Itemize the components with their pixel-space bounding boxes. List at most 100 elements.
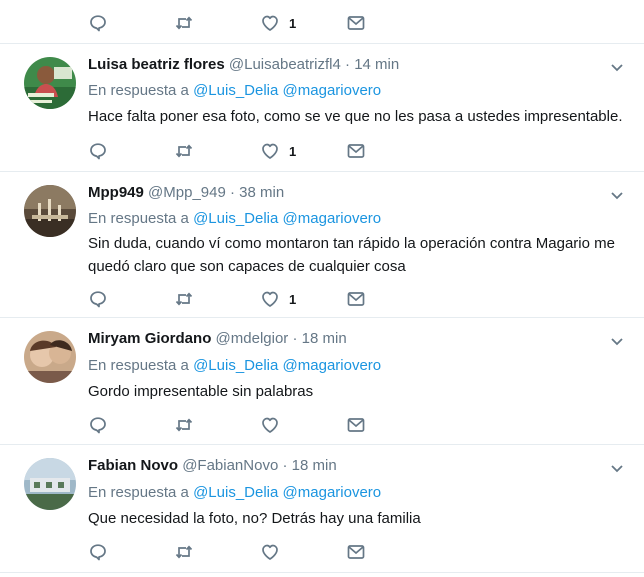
user-handle[interactable]: @Mpp_949	[148, 184, 226, 201]
reply-context: En respuesta a @Luis_Delia @magariovero	[88, 357, 381, 374]
mention-link[interactable]: @magariovero	[283, 82, 382, 99]
mention-link[interactable]: @magariovero	[283, 357, 382, 374]
mention-link[interactable]: @magariovero	[283, 484, 382, 501]
reply-context: En respuesta a @Luis_Delia @magariovero	[88, 82, 381, 99]
tweet[interactable]: Luisa beatriz flores @Luisabeatrizfl4 · …	[0, 44, 644, 172]
like-button[interactable]	[260, 415, 289, 435]
reply-context: En respuesta a @Luis_Delia @magariovero	[88, 210, 381, 227]
tweet-partial-top: 1	[0, 0, 644, 44]
chevron-down-icon[interactable]	[608, 459, 626, 477]
tweet[interactable]: Mpp949 @Mpp_949 · 38 min En respuesta a …	[0, 172, 644, 318]
like-count: 1	[289, 15, 297, 31]
display-name[interactable]: Fabian Novo	[88, 457, 178, 474]
reply-prefix: En respuesta a	[88, 357, 189, 374]
user-handle[interactable]: @mdelgior	[216, 330, 289, 347]
retweet-icon	[175, 292, 193, 306]
retweet-button[interactable]	[174, 141, 194, 161]
like-button[interactable]: 1	[260, 141, 296, 161]
reply-prefix: En respuesta a	[88, 484, 189, 501]
like-icon	[262, 15, 278, 31]
message-icon	[347, 16, 365, 30]
reply-button[interactable]	[88, 289, 108, 309]
reply-prefix: En respuesta a	[88, 210, 189, 227]
reply-icon	[90, 143, 106, 160]
mention-link[interactable]: @magariovero	[283, 210, 382, 227]
reply-icon	[90, 544, 106, 561]
timestamp[interactable]: 38 min	[239, 184, 284, 201]
retweet-button[interactable]	[174, 542, 194, 562]
avatar[interactable]	[24, 185, 76, 237]
separator-dot: ·	[282, 457, 288, 474]
message-button[interactable]	[346, 415, 366, 435]
like-button[interactable]: 1	[260, 289, 296, 309]
chevron-down-icon[interactable]	[608, 332, 626, 350]
reply-button[interactable]	[88, 542, 108, 562]
retweet-button[interactable]	[174, 289, 194, 309]
separator-dot: ·	[292, 330, 298, 347]
like-icon	[262, 417, 278, 433]
retweet-button[interactable]	[174, 13, 194, 33]
tweet-text: Gordo impresentable sin palabras	[88, 383, 314, 400]
reply-icon	[90, 15, 106, 32]
tweet-header: Miryam Giordano @mdelgior · 18 min	[88, 330, 347, 347]
like-button[interactable]	[260, 542, 289, 562]
tweet-text: Que necesidad la foto, no? Detrás hay un…	[88, 510, 421, 527]
message-icon	[347, 418, 365, 432]
mention-link[interactable]: @Luis_Delia	[193, 484, 278, 501]
mention-link[interactable]: @Luis_Delia	[193, 82, 278, 99]
reply-button[interactable]	[88, 415, 108, 435]
tweet-actions: 1	[88, 141, 388, 161]
retweet-icon	[175, 16, 193, 30]
timestamp[interactable]: 18 min	[292, 457, 337, 474]
message-button[interactable]	[346, 289, 366, 309]
reply-button[interactable]	[88, 13, 108, 33]
tweet-text: Sin duda, cuando ví como montaron tan rá…	[88, 235, 615, 275]
reply-icon	[90, 291, 106, 308]
message-icon	[347, 292, 365, 306]
avatar[interactable]	[24, 331, 76, 383]
display-name[interactable]: Miryam Giordano	[88, 330, 211, 347]
message-button[interactable]	[346, 542, 366, 562]
message-icon	[347, 144, 365, 158]
tweet-header: Mpp949 @Mpp_949 · 38 min	[88, 184, 284, 201]
display-name[interactable]: Mpp949	[88, 184, 144, 201]
like-count: 1	[289, 143, 297, 159]
timestamp[interactable]: 14 min	[354, 56, 399, 73]
reply-button[interactable]	[88, 141, 108, 161]
retweet-icon	[175, 418, 193, 432]
separator-dot: ·	[345, 56, 351, 73]
retweet-icon	[175, 144, 193, 158]
tweet-header: Fabian Novo @FabianNovo · 18 min	[88, 457, 337, 474]
timestamp[interactable]: 18 min	[302, 330, 347, 347]
like-count: 1	[289, 291, 297, 307]
chevron-down-icon[interactable]	[608, 58, 626, 76]
message-icon	[347, 545, 365, 559]
message-button[interactable]	[346, 13, 366, 33]
mention-link[interactable]: @Luis_Delia	[193, 357, 278, 374]
reply-context: En respuesta a @Luis_Delia @magariovero	[88, 484, 381, 501]
like-icon	[262, 544, 278, 560]
chevron-down-icon[interactable]	[608, 186, 626, 204]
avatar[interactable]	[24, 458, 76, 510]
tweet[interactable]: Fabian Novo @FabianNovo · 18 min En resp…	[0, 445, 644, 573]
reply-icon	[90, 417, 106, 434]
tweet-actions: 1	[88, 13, 388, 33]
like-icon	[262, 291, 278, 307]
tweet-actions	[88, 542, 388, 562]
tweet-text: Hace falta poner esa foto, como se ve qu…	[88, 108, 623, 125]
message-button[interactable]	[346, 141, 366, 161]
retweet-button[interactable]	[174, 415, 194, 435]
like-icon	[262, 143, 278, 159]
retweet-icon	[175, 545, 193, 559]
tweet-header: Luisa beatriz flores @Luisabeatrizfl4 · …	[88, 56, 399, 73]
display-name[interactable]: Luisa beatriz flores	[88, 56, 225, 73]
like-button[interactable]: 1	[260, 13, 296, 33]
tweet-actions	[88, 415, 388, 435]
user-handle[interactable]: @FabianNovo	[182, 457, 278, 474]
reply-prefix: En respuesta a	[88, 82, 189, 99]
user-handle[interactable]: @Luisabeatrizfl4	[229, 56, 341, 73]
avatar[interactable]	[24, 57, 76, 109]
mention-link[interactable]: @Luis_Delia	[193, 210, 278, 227]
separator-dot: ·	[229, 184, 235, 201]
tweet[interactable]: Miryam Giordano @mdelgior · 18 min En re…	[0, 318, 644, 445]
